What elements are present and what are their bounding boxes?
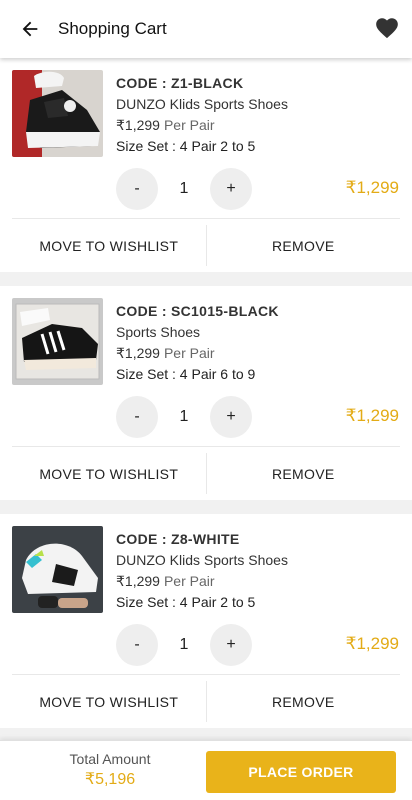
size-set: Size Set : 4 Pair 2 to 5 — [116, 138, 256, 154]
item-actions: MOVE TO WISHLIST REMOVE — [12, 674, 400, 728]
app-bar: Shopping Cart — [0, 0, 412, 58]
increase-button[interactable]: + — [210, 396, 252, 438]
move-to-wishlist-button[interactable]: MOVE TO WISHLIST — [12, 681, 207, 722]
quantity-value: 1 — [179, 636, 189, 653]
arrow-left-icon — [22, 21, 38, 37]
line-total: ₹1,299 — [345, 178, 399, 197]
total-summary: Total Amount ₹5,196 — [40, 751, 180, 789]
place-order-button[interactable]: PLACE ORDER — [206, 751, 396, 793]
checkout-bar: Total Amount ₹5,196 PLACE ORDER — [0, 740, 412, 800]
quantity-value: 1 — [179, 408, 189, 425]
product-name: DUNZO Klids Sports Shoes — [116, 552, 288, 568]
quantity-value: 1 — [179, 180, 189, 197]
decrease-button[interactable]: - — [116, 396, 158, 438]
remove-button[interactable]: REMOVE — [207, 675, 401, 728]
line-total: ₹1,299 — [345, 406, 399, 425]
cart-list: CODE : Z1-BLACK DUNZO Klids Sports Shoes… — [0, 58, 412, 740]
unit-price: ₹1,299 — [116, 573, 160, 589]
cart-item: CODE : SC1015-BLACK Sports Shoes ₹1,299 P… — [0, 286, 412, 500]
product-image[interactable] — [12, 70, 103, 157]
price-unit: Per Pair — [163, 117, 215, 133]
cart-item: CODE : Z1-BLACK DUNZO Klids Sports Shoes… — [0, 58, 412, 272]
product-name: DUNZO Klids Sports Shoes — [116, 96, 288, 112]
product-code: CODE : Z1-BLACK — [116, 75, 244, 91]
quantity-stepper: - 1 + — [116, 624, 252, 666]
page-title: Shopping Cart — [58, 19, 167, 38]
quantity-stepper: - 1 + — [116, 396, 252, 438]
increase-button[interactable]: + — [210, 168, 252, 210]
remove-button[interactable]: REMOVE — [207, 447, 401, 500]
item-actions: MOVE TO WISHLIST REMOVE — [12, 446, 400, 500]
back-button[interactable] — [10, 9, 50, 49]
product-code: CODE : SC1015-BLACK — [116, 303, 279, 319]
size-set: Size Set : 4 Pair 2 to 5 — [116, 594, 256, 610]
line-total: ₹1,299 — [345, 634, 399, 653]
size-set: Size Set : 4 Pair 6 to 9 — [116, 366, 256, 382]
item-actions: MOVE TO WISHLIST REMOVE — [12, 218, 400, 272]
price-unit: Per Pair — [163, 573, 215, 589]
product-name: Sports Shoes — [116, 324, 201, 340]
decrease-button[interactable]: - — [116, 168, 158, 210]
quantity-stepper: - 1 + — [116, 168, 252, 210]
increase-button[interactable]: + — [210, 624, 252, 666]
product-code: CODE : Z8-WHITE — [116, 531, 240, 547]
total-label: Total Amount — [69, 751, 151, 767]
decrease-button[interactable]: - — [116, 624, 158, 666]
remove-button[interactable]: REMOVE — [207, 219, 401, 272]
total-value: ₹5,196 — [84, 771, 136, 788]
product-image[interactable] — [12, 298, 103, 385]
price-unit: Per Pair — [163, 345, 215, 361]
move-to-wishlist-button[interactable]: MOVE TO WISHLIST — [12, 225, 207, 266]
move-to-wishlist-button[interactable]: MOVE TO WISHLIST — [12, 453, 207, 494]
cart-item: CODE : Z8-WHITE DUNZO Klids Sports Shoes… — [0, 514, 412, 728]
product-image[interactable] — [12, 526, 103, 613]
unit-price: ₹1,299 — [116, 345, 160, 361]
heart-icon[interactable] — [374, 15, 400, 41]
unit-price: ₹1,299 — [116, 117, 160, 133]
